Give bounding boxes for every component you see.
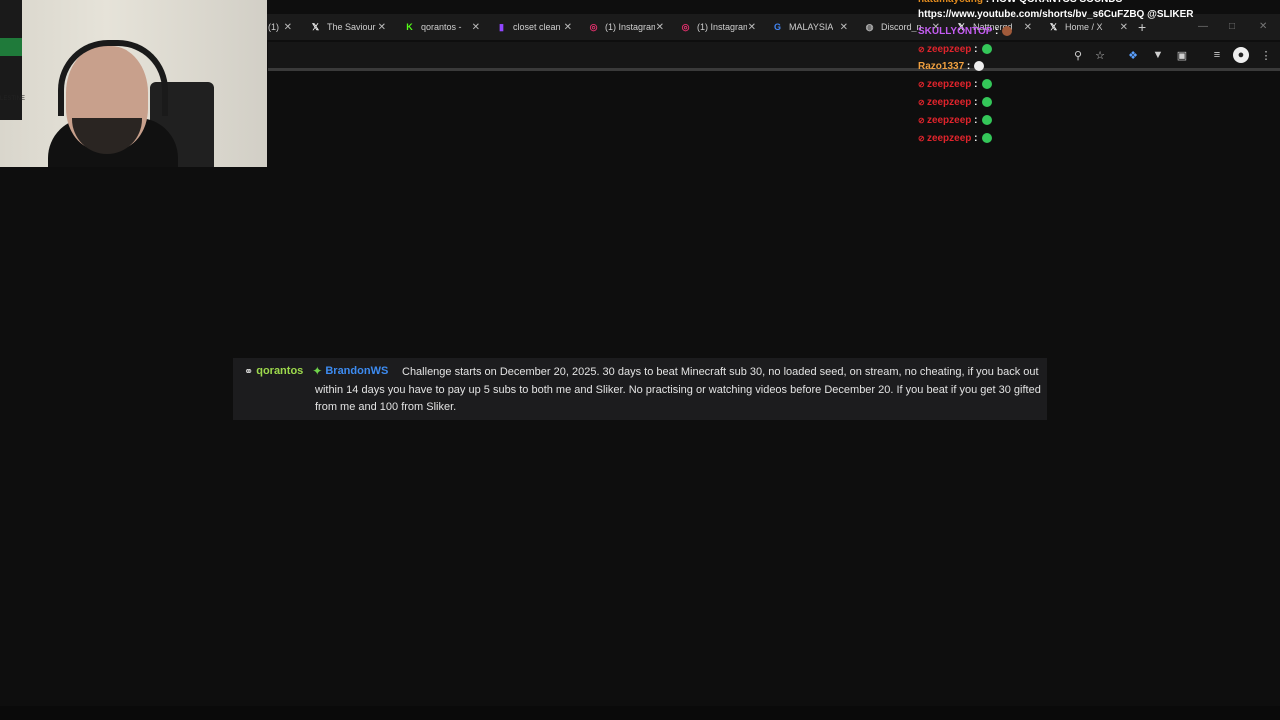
twitch-logo-icon: ▮: [499, 21, 504, 32]
browser-tab[interactable]: Kqorantos - ✕: [404, 14, 480, 40]
media-icon[interactable]: ❖: [1125, 47, 1141, 63]
x-logo-icon: 𝕏: [311, 21, 320, 32]
tab-label: MALAYSIA: [789, 22, 834, 32]
browser-tab[interactable]: (1) ✕: [268, 14, 292, 40]
chat-line: ⊘ zeepzeep :: [918, 79, 992, 90]
chat-line: https://www.youtube.com/shorts/bv_s6CuFZ…: [918, 9, 1194, 20]
instagram-logo-icon: ◎: [589, 21, 598, 32]
user-badge-icon: ⊘: [918, 45, 927, 54]
chat-text: :: [971, 79, 978, 90]
chat-username: zeepzeep: [926, 79, 972, 90]
tab-label: Home / X: [1065, 22, 1103, 32]
tab-close-icon[interactable]: ✕: [564, 22, 572, 33]
tab-close-icon[interactable]: ✕: [656, 22, 664, 33]
tab-close-icon[interactable]: ✕: [378, 22, 386, 33]
chat-username: zeepzeep: [926, 44, 972, 55]
webcam-feed: LESTINE: [0, 0, 267, 167]
user-badge-icon: ⊘: [918, 116, 927, 125]
chat-username: SKULLYONTOP: [918, 26, 993, 37]
browser-tab[interactable]: ▮ closet clean ✕: [496, 14, 572, 40]
emote-icon: [981, 44, 992, 55]
chat-text: :: [971, 44, 978, 55]
maximize-button[interactable]: □: [1229, 14, 1235, 40]
chat-username: natumaycung: [918, 0, 983, 5]
chat-line: ⊘ zeepzeep :: [918, 115, 992, 126]
chat-text: :: [971, 133, 978, 144]
emote-icon: [981, 133, 992, 144]
extension-shield-icon[interactable]: ▼: [1150, 47, 1166, 63]
browser-tab[interactable]: ◎ (1) Instagram ✕: [680, 14, 756, 40]
kick-logo-icon: K: [406, 22, 413, 32]
chat-text: :: [992, 26, 999, 37]
tab-close-icon[interactable]: ✕: [748, 22, 756, 33]
message-text: Challenge starts on December 20, 2025. 3…: [315, 366, 1041, 413]
tab-close-icon[interactable]: ✕: [1120, 22, 1128, 33]
headphones: [58, 40, 168, 116]
user-badge-icon: ⊘: [918, 80, 927, 89]
reading-list-icon[interactable]: ≡: [1209, 47, 1225, 63]
tab-label: (1) Instagram: [605, 22, 655, 32]
zoom-icon[interactable]: ⚲: [1070, 47, 1086, 63]
globe-icon: ◍: [865, 21, 874, 32]
chat-text: https://www.youtube.com/shorts/bv_s6CuFZ…: [918, 9, 1194, 20]
tab-label: The Saviour: [327, 22, 376, 32]
chat-text: :: [971, 97, 978, 108]
tab-close-icon[interactable]: ✕: [840, 22, 848, 33]
emote-icon: [974, 61, 985, 72]
chat-line: ⊘ zeepzeep :: [918, 133, 992, 144]
browser-tab[interactable]: ◎ (1) Instagram ✕: [588, 14, 664, 40]
bookmark-star-icon[interactable]: ☆: [1092, 47, 1108, 63]
instagram-logo-icon: ◎: [681, 21, 690, 32]
chat-username: zeepzeep: [926, 133, 972, 144]
flag-stripe: [0, 38, 22, 56]
emote-icon: [1002, 26, 1013, 37]
tab-label: qorantos -: [421, 22, 462, 32]
chat-text: :: [964, 61, 971, 72]
x-logo-icon: 𝕏: [1049, 21, 1058, 32]
emote-icon: [981, 97, 992, 108]
tab-label: Discord_n: [881, 22, 922, 32]
chat-username: zeepzeep: [926, 97, 972, 108]
extensions-puzzle-icon[interactable]: ▣: [1174, 47, 1190, 63]
chat-line: natumaycung : HOW QORANTOS SOUNDS: [918, 0, 1122, 5]
menu-kebab-icon[interactable]: ⋮: [1258, 47, 1274, 63]
tab-label: (1) Instagram: [697, 22, 747, 32]
user-badge-icon: ⊘: [918, 134, 927, 143]
chat-line: SKULLYONTOP :: [918, 26, 1013, 37]
chat-line: ⊘ zeepzeep :: [918, 97, 992, 108]
tab-label: (1): [268, 22, 279, 32]
tab-close-icon[interactable]: ✕: [472, 22, 480, 33]
profile-avatar-icon[interactable]: ●: [1233, 47, 1249, 63]
minimize-button[interactable]: —: [1198, 14, 1208, 40]
chat-line: ⊘ zeepzeep :: [918, 44, 992, 55]
user-badge-icon: ⊘: [918, 98, 927, 107]
chat-text: : HOW QORANTOS SOUNDS: [983, 0, 1123, 5]
tab-close-icon[interactable]: ✕: [1024, 22, 1032, 33]
headset-icon: ⚭: [244, 365, 254, 378]
emote-icon: [981, 115, 992, 126]
banner-text: LESTINE: [0, 96, 26, 102]
emote-icon: [981, 79, 992, 90]
wall-flag: [0, 0, 22, 120]
google-logo-icon: G: [773, 22, 781, 32]
chat-line: Razo1337 :: [918, 61, 985, 72]
close-window-button[interactable]: ✕: [1259, 14, 1267, 40]
browser-tab[interactable]: 𝕏 The Saviour ✕: [310, 14, 386, 40]
channel-name[interactable]: qorantos: [256, 365, 303, 377]
chat-text: :: [971, 115, 978, 126]
chat-username: zeepzeep: [926, 115, 972, 126]
highlighted-chat-message: ⚭ qorantos ✦ BrandonWS Challenge starts …: [233, 358, 1047, 420]
browser-tab[interactable]: G MALAYSIA ✕: [772, 14, 848, 40]
bottom-strip: [0, 706, 1280, 720]
tab-close-icon[interactable]: ✕: [284, 22, 292, 33]
tab-label: closet clean: [513, 22, 561, 32]
chat-username: Razo1337: [918, 61, 965, 72]
